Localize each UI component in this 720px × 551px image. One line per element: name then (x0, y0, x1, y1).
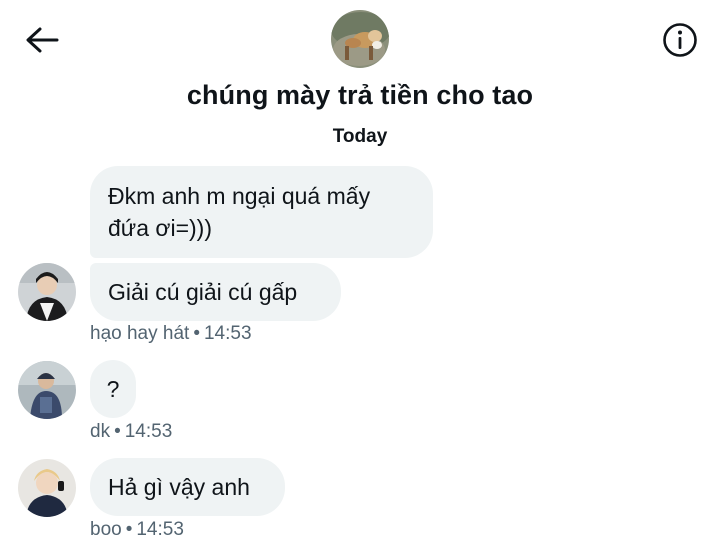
sender-name[interactable]: hạo hay hát (90, 323, 189, 344)
sender-name[interactable]: boo (90, 519, 122, 540)
sender-name[interactable]: dk (90, 421, 110, 442)
message-text: Đkm anh m ngại quá mấy đứa ơi=))) (108, 183, 371, 241)
message-meta: dk • 14:53 (90, 421, 172, 443)
meta-separator: • (193, 323, 200, 344)
message-text: Giải cú giải cú gấp (108, 279, 298, 305)
avatar[interactable] (18, 263, 76, 321)
meta-separator: • (114, 421, 121, 442)
message-time: 14:53 (136, 519, 184, 540)
conversation-title: chúng mày trả tiền cho tao (186, 80, 534, 110)
avatar-image (18, 263, 76, 321)
avatar[interactable] (18, 459, 76, 517)
info-circle-icon (663, 23, 697, 57)
message-text: ? (106, 376, 120, 402)
group-photo-image (331, 10, 389, 68)
date-separator: Today (332, 126, 388, 147)
conversation-info-button[interactable] (662, 22, 698, 58)
message-bubble[interactable]: Hả gì vậy anh (90, 458, 285, 516)
group-avatar[interactable] (331, 10, 389, 68)
message-meta: boo • 14:53 (90, 519, 184, 541)
message-bubble[interactable]: Giải cú giải cú gấp (90, 263, 341, 321)
avatar-image (18, 361, 76, 419)
message-bubble[interactable]: ? (90, 360, 136, 418)
avatar-image (18, 459, 76, 517)
arrow-left-icon (26, 27, 59, 53)
message-bubble[interactable]: Đkm anh m ngại quá mấy đứa ơi=))) (90, 166, 433, 258)
avatar[interactable] (18, 361, 76, 419)
message-time: 14:53 (203, 323, 252, 344)
message-text: Hả gì vậy anh (108, 474, 250, 500)
back-button[interactable] (24, 24, 60, 56)
dm-conversation-screen: chúng mày trả tiền cho tao Today Đkm anh… (0, 0, 720, 551)
message-time: 14:53 (124, 421, 173, 442)
meta-separator: • (125, 519, 133, 540)
message-meta: hạo hay hát • 14:53 (90, 323, 252, 345)
